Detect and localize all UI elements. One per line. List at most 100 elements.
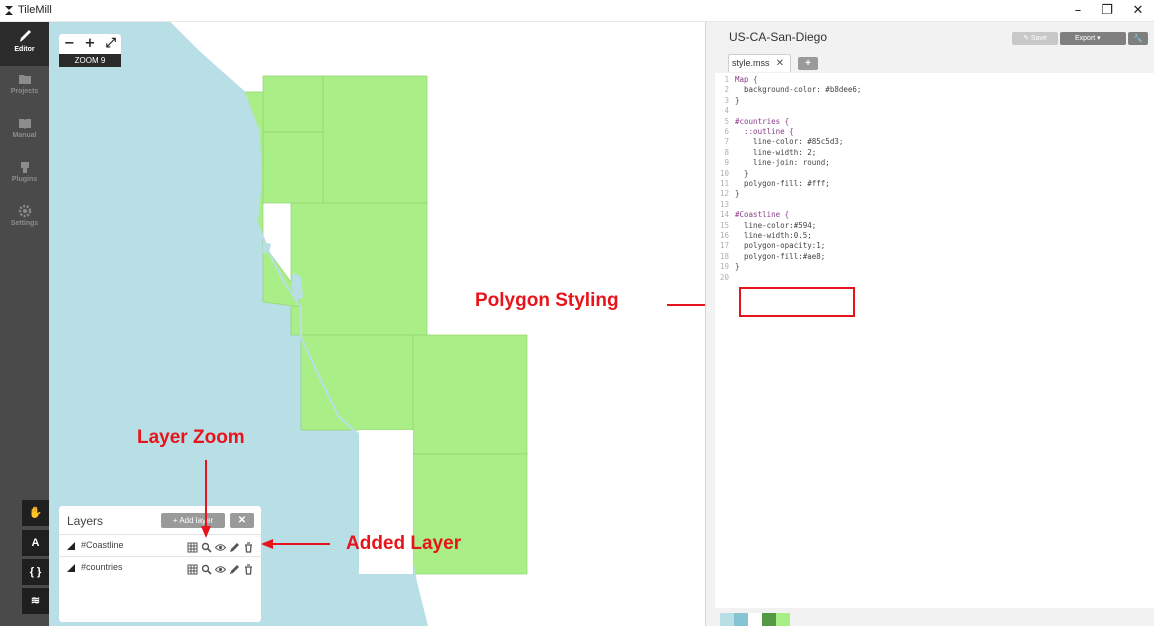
sidebar-item-manual[interactable]: Manual xyxy=(0,110,49,154)
close-layers-button[interactable]: ✕ xyxy=(230,513,254,528)
close-window-button[interactable]: ✕ xyxy=(1123,2,1153,20)
land-block xyxy=(300,334,414,431)
layer-row[interactable]: #Coastline xyxy=(59,534,261,556)
code-text: #Coastline { xyxy=(735,210,790,220)
line-number: 1 xyxy=(724,75,729,84)
trash-icon[interactable] xyxy=(243,562,254,575)
sidebar-item-label: Editor xyxy=(14,46,35,53)
layers-tool-button[interactable]: ≋ xyxy=(22,588,49,614)
trash-icon[interactable] xyxy=(243,540,254,553)
sidebar-item-settings[interactable]: Settings xyxy=(0,198,49,242)
code-line[interactable]: 10 } xyxy=(715,169,749,179)
land-block xyxy=(262,131,324,204)
code-text: line-color:#594; xyxy=(735,220,817,230)
code-line[interactable]: 17 polygon-opacity:1; xyxy=(715,241,825,251)
palette-swatch[interactable] xyxy=(776,613,790,626)
eye-icon[interactable] xyxy=(214,540,227,551)
code-line[interactable]: 13 xyxy=(715,200,735,210)
save-label: Save xyxy=(1030,35,1047,42)
wrench-icon: 🔧 xyxy=(1133,34,1143,43)
palette-swatch[interactable] xyxy=(748,613,762,626)
added-layer-annotation: Added Layer xyxy=(346,533,462,554)
code-line[interactable]: 2 background-color: #b8dee6; xyxy=(715,85,861,95)
code-line[interactable]: 19} xyxy=(715,262,740,272)
zoom-level-label: ZOOM 9 xyxy=(59,54,121,67)
zoom-out-button[interactable]: − xyxy=(59,34,80,54)
layer-name: #countries xyxy=(81,562,123,572)
code-line[interactable]: 7 line-color: #85c5d3; xyxy=(715,137,843,147)
code-line[interactable]: 20 xyxy=(715,273,735,283)
layer-row[interactable]: #countries xyxy=(59,556,261,578)
land-block xyxy=(322,75,428,204)
folder-icon xyxy=(18,75,31,84)
project-settings-button[interactable]: 🔧 xyxy=(1128,32,1148,45)
code-line[interactable]: 4 xyxy=(715,106,735,116)
line-number: 9 xyxy=(724,158,729,168)
carto-tool-button[interactable]: { } xyxy=(22,559,49,585)
code-text: Map { xyxy=(735,75,758,84)
font-tool-button[interactable]: A xyxy=(22,530,49,556)
line-number: 11 xyxy=(719,179,729,188)
zoom-control: − + ⤢ ZOOM 9 xyxy=(59,34,121,67)
tilemill-window: TileMill – ❐ ✕ Editor Projects Manual Pl… xyxy=(0,0,1154,626)
table-icon[interactable] xyxy=(187,562,198,575)
layer-zoom-icon[interactable] xyxy=(201,562,212,575)
layer-name: #Coastline xyxy=(81,540,124,550)
sidebar-item-projects[interactable]: Projects xyxy=(0,66,49,110)
zoom-in-button[interactable]: + xyxy=(80,34,101,54)
edit-pencil-icon[interactable] xyxy=(229,562,240,574)
minimize-button[interactable]: – xyxy=(1063,2,1093,20)
code-text: } xyxy=(735,189,740,199)
sidebar-item-editor[interactable]: Editor xyxy=(0,22,49,66)
palette-swatch[interactable] xyxy=(720,613,734,626)
table-icon[interactable] xyxy=(187,540,198,553)
maximize-button[interactable]: ❐ xyxy=(1092,2,1122,20)
hand-tool-button[interactable]: ✋ xyxy=(22,500,49,526)
layers-panel: Layers + Add layer ✕ #Coastline #countri… xyxy=(59,506,261,622)
save-button[interactable]: ✎ Save xyxy=(1012,32,1058,45)
line-number: 10 xyxy=(719,168,729,178)
code-text: line-width: 2; xyxy=(735,147,817,157)
code-line[interactable]: 5 #countries { xyxy=(715,117,789,127)
tilemill-logo-icon xyxy=(5,6,13,15)
code-text: #countries { xyxy=(735,116,790,126)
code-line[interactable]: 14 #Coastline { xyxy=(715,210,789,220)
add-stylesheet-button[interactable]: + xyxy=(798,57,818,70)
tab-style-mss[interactable]: style.mss ✕ xyxy=(728,54,791,72)
export-button[interactable]: Export ▾ xyxy=(1060,32,1126,45)
code-line[interactable]: 15 line-color:#594; xyxy=(715,221,816,231)
left-sidebar: Editor Projects Manual Plugins Settings … xyxy=(0,22,49,626)
sidebar-item-plugins[interactable]: Plugins xyxy=(0,154,49,198)
code-line[interactable]: 3} xyxy=(715,96,739,106)
plug-icon xyxy=(20,162,29,173)
code-text: line-join: round; xyxy=(735,158,830,168)
sidebar-item-label: Manual xyxy=(12,132,37,139)
add-layer-button[interactable]: + Add layer xyxy=(161,513,225,528)
code-text: background-color: #b8dee6; xyxy=(735,85,862,95)
code-line[interactable]: 11 polygon-fill: #fff; xyxy=(715,179,830,189)
code-line[interactable]: 18 polygon-fill:#ae8; xyxy=(715,252,825,262)
code-line[interactable]: 12} xyxy=(715,189,740,199)
close-tab-icon[interactable]: ✕ xyxy=(776,55,784,72)
style-editor-panel: US-CA-San-Diego ✎ Save Export ▾ 🔧 style.… xyxy=(705,22,1154,626)
land-block xyxy=(262,75,324,133)
fullscreen-icon[interactable]: ⤢ xyxy=(100,34,121,54)
code-line[interactable]: 8 line-width: 2; xyxy=(715,148,816,158)
layer-zoom-icon[interactable] xyxy=(201,540,212,553)
code-line[interactable]: 6 ::outline { xyxy=(715,127,793,137)
palette-swatch[interactable] xyxy=(762,613,776,626)
code-line[interactable]: 16 line-width:0.5; xyxy=(715,231,812,241)
code-editor[interactable]: 1 Map {2 background-color: #b8dee6; 3} 4 5 #c… xyxy=(715,73,1154,608)
line-number: 20 xyxy=(719,272,729,282)
edit-pencil-icon[interactable] xyxy=(229,540,240,552)
code-text: polygon-opacity:1; xyxy=(735,241,826,251)
land-block xyxy=(290,202,428,336)
code-line[interactable]: 9 line-join: round; xyxy=(715,158,830,168)
line-number: 5 xyxy=(724,116,729,126)
eye-icon[interactable] xyxy=(214,562,227,573)
code-line[interactable]: 1 Map { xyxy=(715,75,758,85)
palette-swatch[interactable] xyxy=(734,613,748,626)
line-number: 2 xyxy=(724,85,729,95)
line-number: 17 xyxy=(719,241,729,251)
line-number: 18 xyxy=(719,251,729,261)
